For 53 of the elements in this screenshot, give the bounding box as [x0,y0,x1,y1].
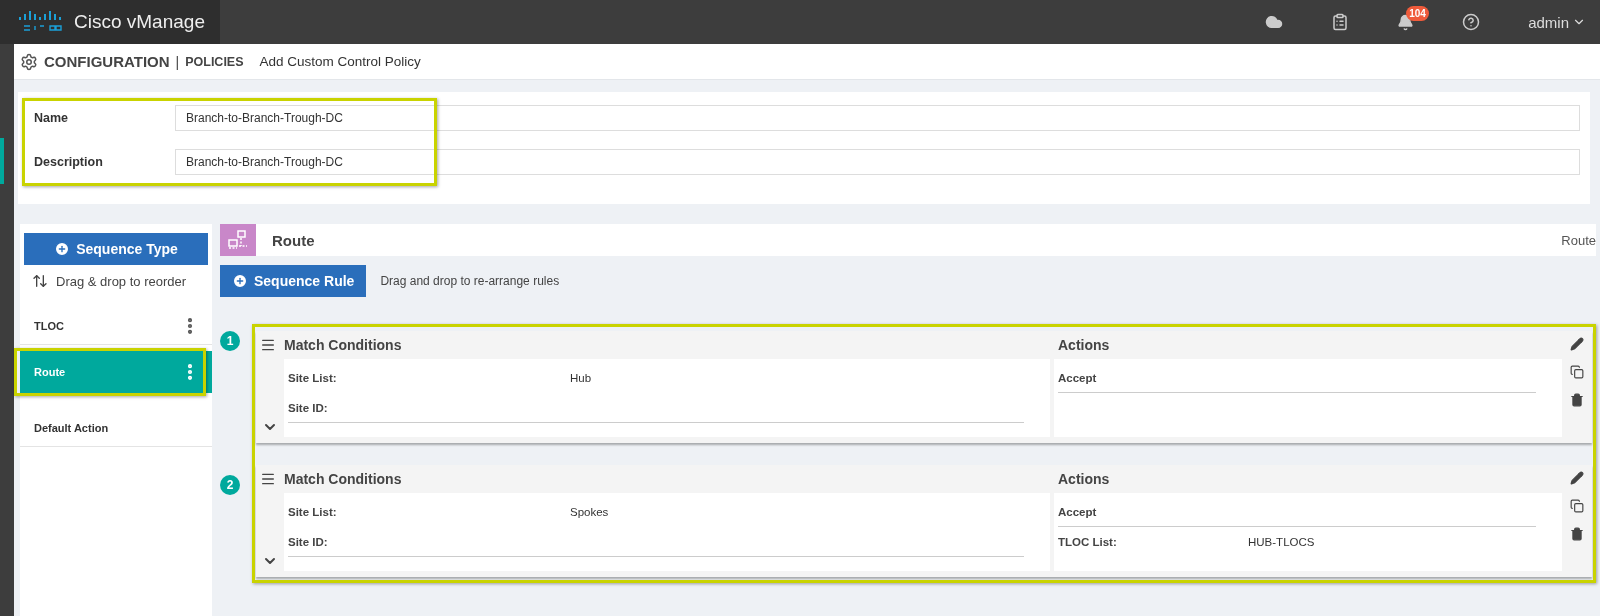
actions-title: Actions [1058,337,1110,353]
page-title: Add Custom Control Policy [259,54,421,69]
sequence-title: Route [272,231,315,249]
drag-handle-icon[interactable] [260,471,276,487]
copy-icon[interactable] [1570,365,1584,379]
copy-icon[interactable] [1570,499,1584,513]
match-value: Hub [570,372,592,384]
edit-icon[interactable] [1570,337,1584,351]
item-label: Route [34,366,67,378]
clipboard-icon[interactable] [1331,13,1350,31]
match-label: Site ID: [288,401,329,414]
cisco-logo-icon [18,10,62,34]
delete-icon[interactable] [1570,393,1584,407]
reorder-hint: Drag & drop to reorder [56,273,187,289]
breadcrumb-separator: | [175,53,180,70]
sequence-type-button[interactable]: Sequence Type [24,233,208,265]
cloud-icon[interactable] [1265,13,1284,31]
match-title: Match Conditions [284,337,402,353]
action-label: Accept [1058,505,1098,518]
rule-number: 2 [220,475,240,495]
delete-icon[interactable] [1570,527,1584,541]
notification-badge: 104 [1406,5,1429,21]
match-label: Site List: [288,506,338,518]
action-value: HUB-TLOCS [1248,536,1315,548]
edit-icon[interactable] [1570,471,1584,485]
drag-handle-icon[interactable] [260,337,276,353]
plus-icon [232,273,248,289]
item-label: Default Action [34,421,110,434]
match-label: Site ID: [288,535,329,548]
action-label: TLOC List: [1058,536,1118,548]
actions-title: Actions [1058,471,1110,487]
rule-number: 1 [220,331,240,351]
app-title: Cisco vManage [74,11,205,33]
breadcrumb-section: CONFIGURATION [44,53,170,70]
action-label: Accept [1058,371,1098,384]
field-label: Description [33,155,104,169]
sequence-type-label: Route [1561,232,1596,248]
match-value: Spokes [570,506,609,518]
help-icon[interactable] [1462,13,1481,31]
input-field[interactable]: Branch-to-Branch-Trough-DC [175,149,1580,175]
gear-icon [20,52,38,71]
match-title: Match Conditions [284,471,402,487]
sequence-rule-button[interactable]: Sequence Rule [220,265,367,297]
reorder-icon [32,273,48,289]
rules-hint: Drag and drop to re-arrange rules [380,274,560,288]
match-label: Site List: [288,372,338,384]
field-label: Name [33,111,70,125]
input-field[interactable]: Branch-to-Branch-Trough-DC [175,105,1580,131]
user-menu[interactable]: admin [1528,13,1586,31]
item-label: TLOC [34,319,65,332]
plus-icon [54,241,71,257]
breadcrumb-subsection: POLICIES [185,54,244,69]
active-marker [0,138,4,184]
